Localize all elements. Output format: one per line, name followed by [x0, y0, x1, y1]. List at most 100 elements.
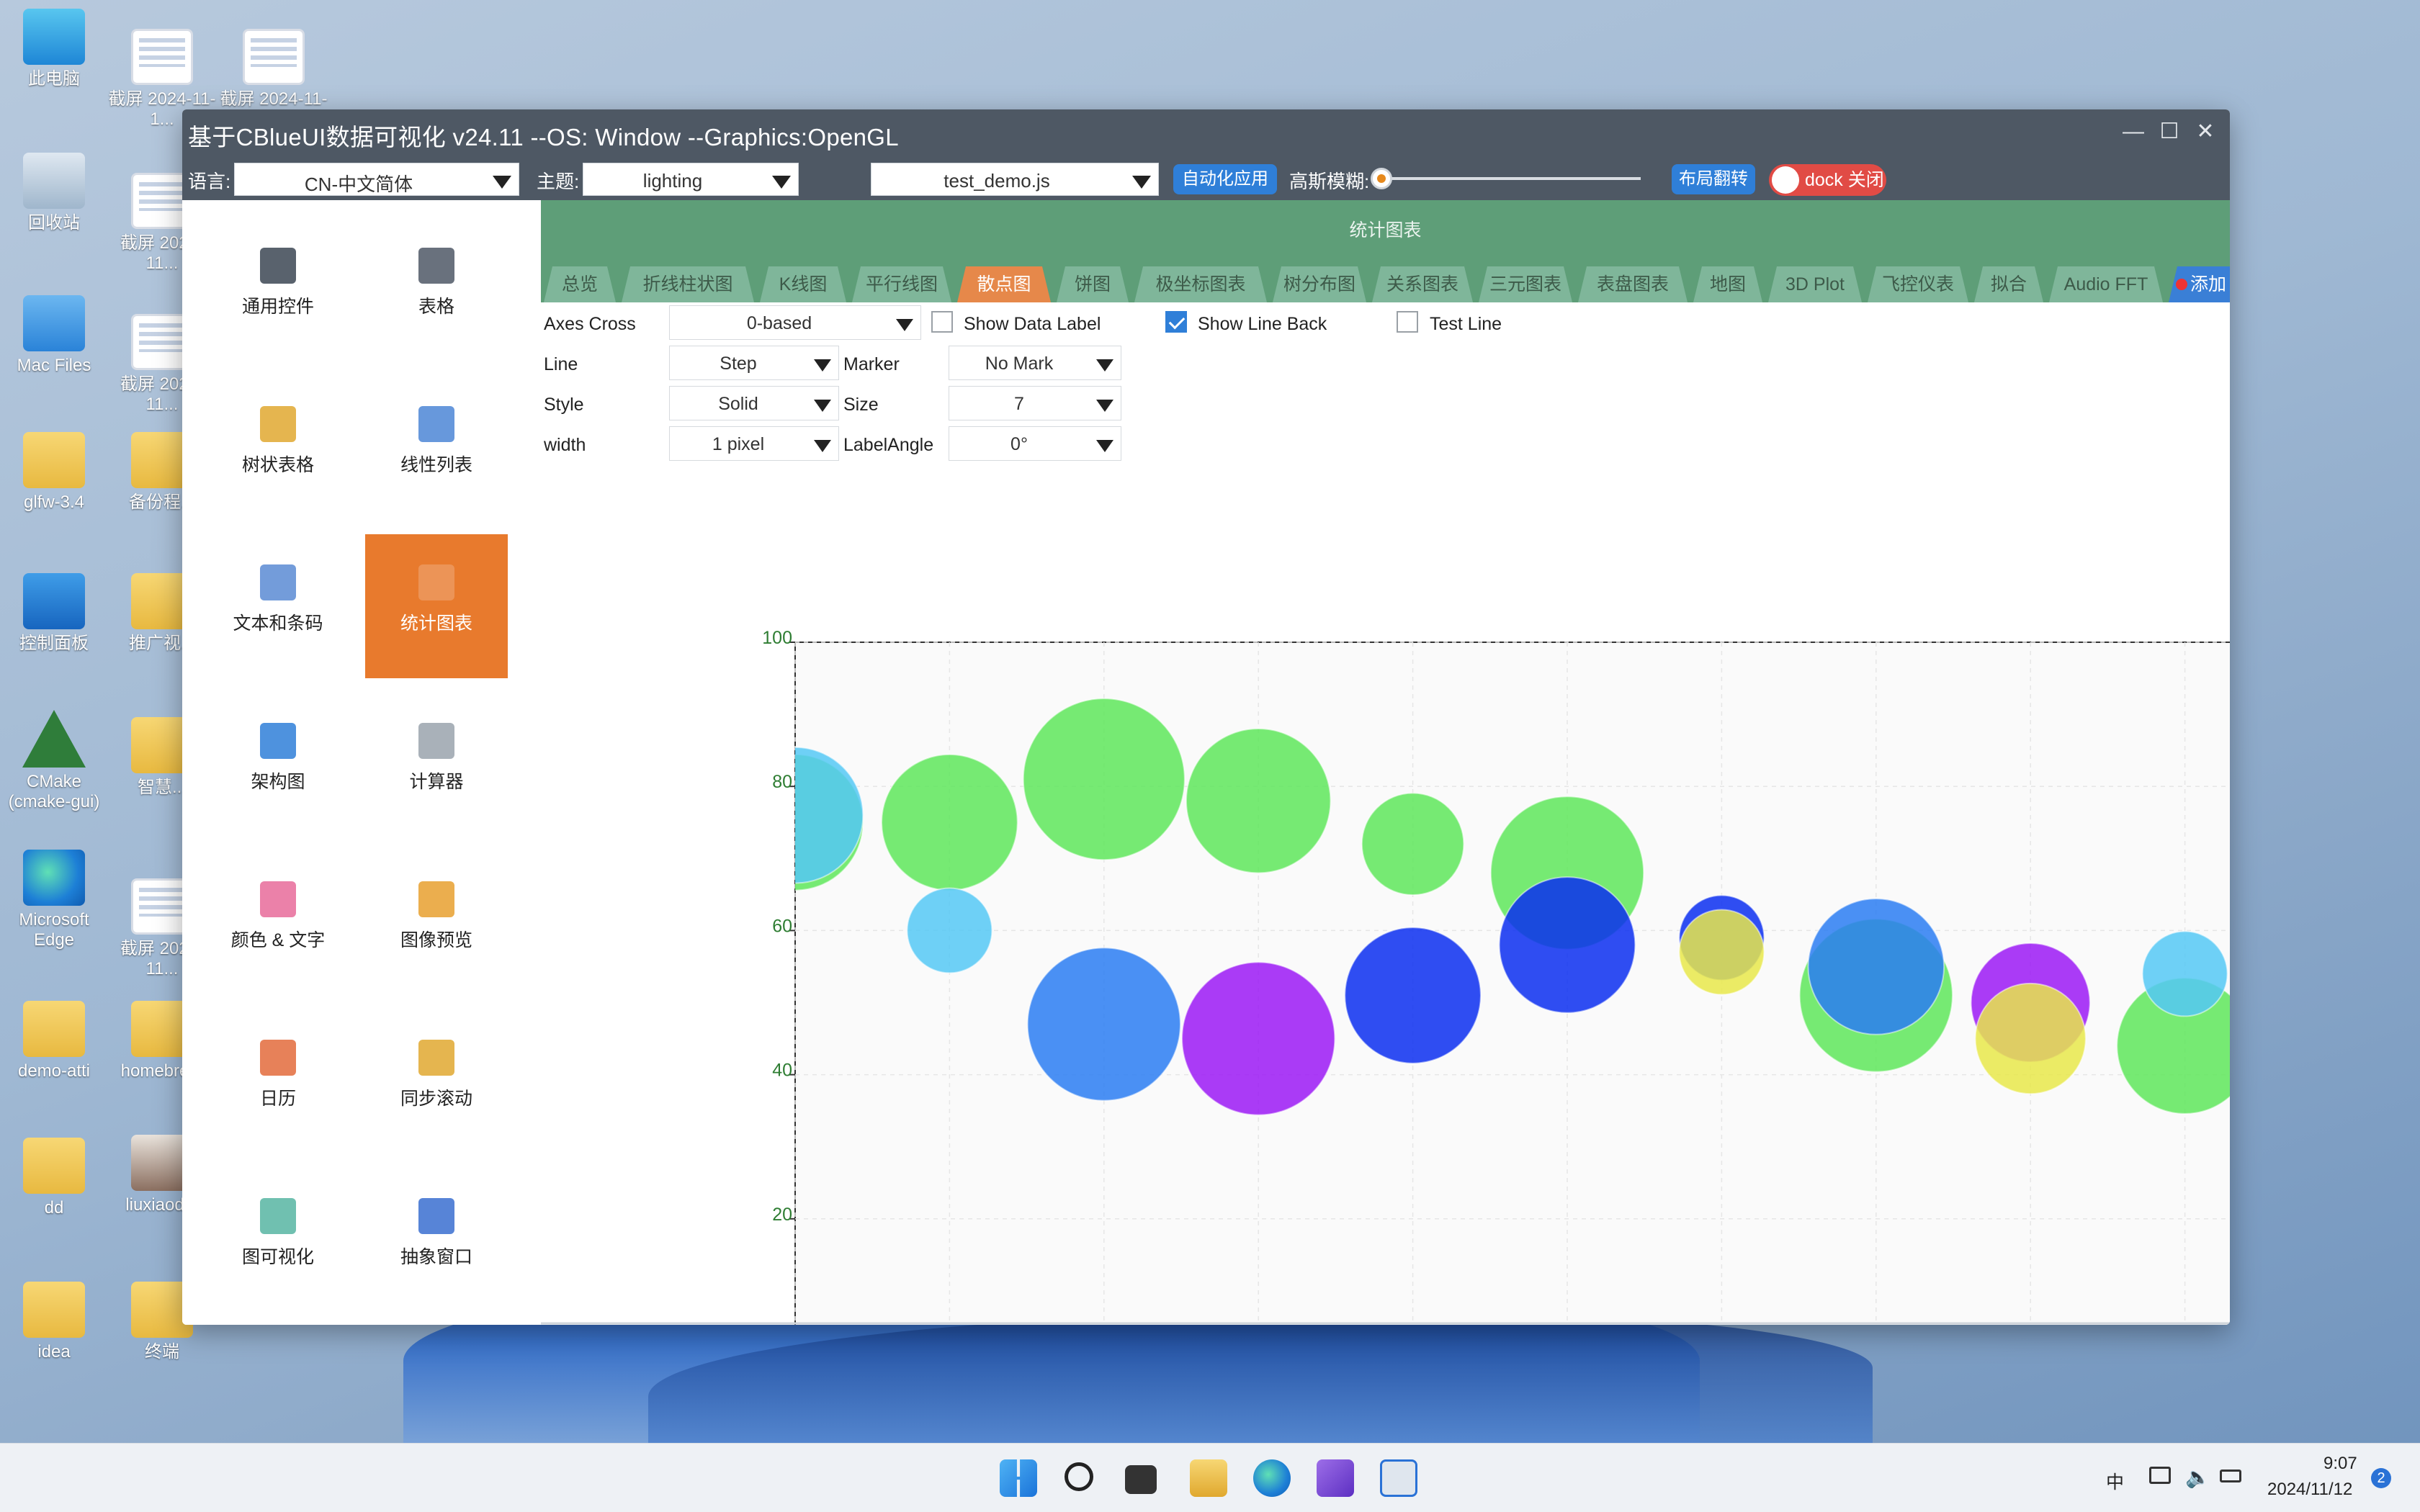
desktop-icon-control-panel[interactable]: 控制面板 — [0, 573, 108, 654]
sidebar-item-1[interactable]: 通用控件 — [207, 217, 349, 361]
desktop-icon-edge[interactable]: Microsoft Edge — [0, 850, 108, 950]
bubble-point[interactable] — [881, 753, 1018, 891]
title-bar[interactable]: 基于CBlueUI数据可视化 v24.11 --OS: Window --Gra… — [182, 109, 2230, 157]
layout-flip-button[interactable]: 布局翻转 — [1672, 164, 1755, 194]
calculator-icon — [418, 723, 454, 759]
folder-icon — [23, 1138, 85, 1194]
text-icon — [260, 564, 296, 600]
bubble-point[interactable] — [1678, 909, 1765, 996]
sidebar-item-13[interactable]: 图可视化 — [207, 1168, 349, 1312]
start-icon[interactable] — [1000, 1459, 1037, 1497]
script-select[interactable]: test_demo.js — [871, 163, 1159, 196]
folder-icon — [23, 1001, 85, 1057]
maximize-button[interactable]: ☐ — [2155, 121, 2184, 147]
table-icon — [418, 248, 454, 284]
desktop-icon-dd[interactable]: dd — [0, 1138, 108, 1218]
sidebar-item-label: 线性列表 — [400, 455, 472, 475]
desktop-icon-idea[interactable]: idea — [0, 1282, 108, 1362]
clock-date[interactable]: 2024/11/12 — [2267, 1480, 2352, 1500]
sidebar-item-11[interactable]: 日历 — [207, 1009, 349, 1153]
bubble-point[interactable] — [2141, 930, 2228, 1017]
app-window-icon[interactable] — [1380, 1459, 1417, 1497]
battery-icon[interactable] — [2220, 1470, 2241, 1482]
ime-indicator[interactable]: 中 — [2106, 1468, 2124, 1494]
sidebar-item-label: 同步滚动 — [400, 1089, 472, 1109]
y-tick-label: 20 — [772, 1205, 792, 1225]
clock-time[interactable]: 9:07 — [2323, 1454, 2357, 1474]
tree-table-icon — [260, 406, 296, 442]
y-tick-label: 60 — [772, 916, 792, 936]
sidebar-item-7[interactable]: 架构图 — [207, 693, 349, 837]
sidebar-item-label: 表格 — [418, 297, 454, 317]
language-select[interactable]: CN-中文简体 — [234, 163, 519, 196]
bubble-point[interactable] — [1344, 927, 1482, 1064]
bubble-point[interactable] — [1361, 792, 1465, 896]
desktop-icon-demo-atti[interactable]: demo-atti — [0, 1001, 108, 1081]
sidebar-item-9[interactable]: 颜色 & 文字 — [207, 851, 349, 995]
bubble-point[interactable] — [1185, 727, 1332, 874]
y-tick-label: 100 — [762, 628, 792, 648]
task-view-icon[interactable] — [1125, 1465, 1157, 1494]
sidebar-item-10[interactable]: 图像预览 — [365, 851, 508, 995]
network-icon[interactable] — [2149, 1467, 2171, 1484]
sidebar-item-4[interactable]: 线性列表 — [365, 376, 508, 520]
bubble-point[interactable] — [1181, 961, 1336, 1116]
desktop-icon-mac-files[interactable]: Mac Files — [0, 295, 108, 376]
bubble-point[interactable] — [727, 746, 864, 884]
code-icon — [260, 248, 296, 284]
desktop-icon-cmake[interactable]: CMake (cmake-gui) — [0, 710, 108, 812]
folder-icon — [23, 1282, 85, 1338]
notification-badge[interactable]: 2 — [2371, 1468, 2391, 1488]
edge-browser-icon[interactable] — [1253, 1459, 1291, 1497]
blur-label: 高斯模糊: — [1289, 171, 1370, 192]
list-icon — [418, 406, 454, 442]
bubble-point[interactable] — [1498, 876, 1636, 1014]
sidebar-item-2[interactable]: 表格 — [365, 217, 508, 361]
bubble-point[interactable] — [1807, 898, 1945, 1035]
y-tick-label: 80 — [772, 772, 792, 792]
theme-label: 主题: — [537, 171, 580, 192]
y-tick-label: 40 — [772, 1061, 792, 1081]
dock-toggle[interactable]: dock 关闭 — [1769, 164, 1886, 196]
bubble-point[interactable] — [906, 887, 993, 974]
folder-icon — [23, 295, 85, 351]
theme-select[interactable]: lighting — [583, 163, 799, 196]
close-button[interactable]: ✕ — [2191, 121, 2220, 147]
bubble-point[interactable] — [1022, 698, 1186, 861]
sidebar-item-14[interactable]: 抽象窗口 — [365, 1168, 508, 1312]
palette-icon — [260, 881, 296, 917]
minimize-button[interactable]: — — [2119, 121, 2148, 147]
search-icon[interactable] — [1065, 1462, 1093, 1491]
desktop-icon-glfw[interactable]: glfw-3.4 — [0, 432, 108, 513]
sidebar-item-5[interactable]: 文本和条码 — [207, 534, 349, 678]
taskbar: 中 🔈 9:07 2024/11/12 2 — [0, 1443, 2420, 1512]
auto-app-button[interactable]: 自动化应用 — [1173, 164, 1277, 194]
screenshot-icon — [243, 29, 305, 85]
sidebar-item-6[interactable]: 统计图表 — [365, 534, 508, 678]
sidebar-item-label: 文本和条码 — [233, 613, 323, 634]
sidebar-item-label: 统计图表 — [400, 613, 472, 634]
slider-knob[interactable] — [1371, 168, 1392, 189]
chevron-down-icon — [1132, 176, 1151, 189]
sidebar-item-8[interactable]: 计算器 — [365, 693, 508, 837]
volume-icon[interactable]: 🔈 — [2185, 1465, 2210, 1489]
desktop-icon-recycle-bin[interactable]: 回收站 — [0, 153, 108, 233]
sidebar-item-label: 计算器 — [409, 772, 464, 792]
desktop-icon-this-pc[interactable]: 此电脑 — [0, 9, 108, 89]
recycle-bin-icon — [23, 153, 85, 209]
window-title: 基于CBlueUI数据可视化 v24.11 --OS: Window --Gra… — [188, 124, 899, 150]
cmake-icon — [22, 710, 86, 768]
sidebar-item-3[interactable]: 树状表格 — [207, 376, 349, 520]
bubble-point[interactable] — [1974, 982, 2087, 1095]
file-explorer-icon[interactable] — [1190, 1459, 1227, 1497]
sidebar-item-label: 日历 — [259, 1089, 296, 1109]
window-icon — [418, 1198, 454, 1234]
visual-studio-icon[interactable] — [1317, 1459, 1354, 1497]
bubble-chart[interactable]: 020406080100120140160180200020406080100 — [541, 200, 2230, 1325]
main-content: 统计图表 总览 折线柱状图 K线图 平行线图 散点图 饼图 极坐标图表 树分布图 关系图表 三元图… — [541, 200, 2230, 1325]
blur-slider[interactable] — [1371, 168, 1641, 189]
bubble-point[interactable] — [1026, 947, 1181, 1102]
sidebar-item-12[interactable]: 同步滚动 — [365, 1009, 508, 1153]
toolbar: 语言: CN-中文简体 主题: lighting test_demo.js 自动… — [182, 157, 2230, 200]
folder-icon — [23, 432, 85, 488]
